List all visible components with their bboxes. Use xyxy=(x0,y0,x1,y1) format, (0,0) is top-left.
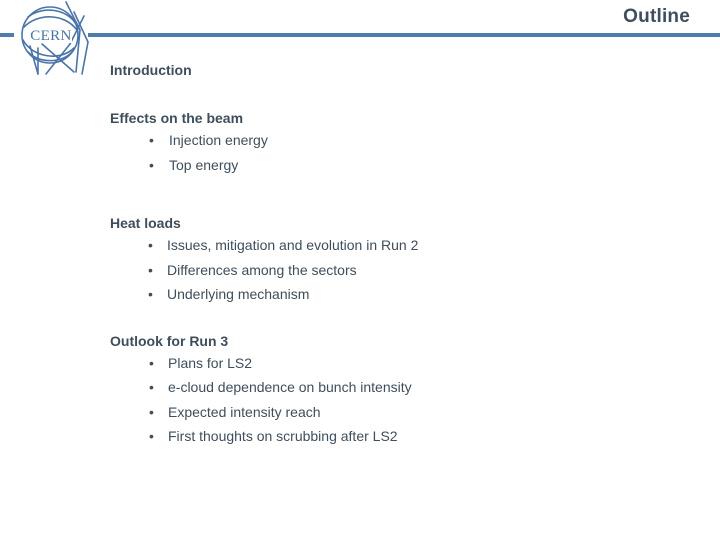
bullet-point-icon: • xyxy=(149,379,154,395)
list-item: • e-cloud dependence on bunch intensity xyxy=(110,375,700,400)
list-item-label: First thoughts on scrubbing after LS2 xyxy=(168,428,398,444)
bullet-list: • Plans for LS2 • e-cloud dependence on … xyxy=(110,351,700,449)
section-heading: Heat loads xyxy=(110,215,181,231)
list-item: • Expected intensity reach xyxy=(110,400,700,425)
bullet-point-icon: • xyxy=(148,286,153,302)
list-item-label: Issues, mitigation and evolution in Run … xyxy=(167,237,419,253)
cern-logo: CERN xyxy=(8,0,100,75)
list-item-label: Differences among the sectors xyxy=(167,261,357,278)
list-item: • Issues, mitigation and evolution in Ru… xyxy=(110,233,700,258)
outline-section-heat-loads: Heat loads • Issues, mitigation and evol… xyxy=(110,213,700,307)
section-heading: Introduction xyxy=(110,62,192,78)
list-item-label: Top energy xyxy=(169,156,239,173)
list-item-label: Underlying mechanism xyxy=(167,286,310,302)
bullet-point-icon: • xyxy=(149,403,154,420)
list-item: • Differences among the sectors xyxy=(110,258,700,283)
bullet-point-icon: • xyxy=(149,156,154,173)
bullet-point-icon: • xyxy=(149,354,154,371)
outline-section-effects-on-the-beam: Effects on the beam • Injection energy •… xyxy=(110,108,700,177)
list-item-label: Injection energy xyxy=(169,132,268,148)
list-item: • First thoughts on scrubbing after LS2 xyxy=(110,424,700,449)
outline-content: Introduction Effects on the beam • Injec… xyxy=(110,60,700,449)
list-item: • Underlying mechanism xyxy=(110,282,700,307)
list-item: • Top energy xyxy=(110,153,700,178)
section-heading: Outlook for Run 3 xyxy=(110,332,229,349)
bullet-point-icon: • xyxy=(149,132,154,148)
bullet-point-icon: • xyxy=(149,428,154,444)
bullet-list: • Injection energy • Top energy xyxy=(110,128,700,177)
bullet-point-icon: • xyxy=(148,261,153,278)
list-item-label: Expected intensity reach xyxy=(168,403,321,420)
list-item: • Plans for LS2 xyxy=(110,351,700,376)
cern-wordmark: CERN xyxy=(30,28,72,44)
list-item: • Injection energy xyxy=(110,128,700,153)
list-item-label: Plans for LS2 xyxy=(168,354,253,371)
list-item-label: e-cloud dependence on bunch intensity xyxy=(168,379,412,395)
bullet-point-icon: • xyxy=(148,237,153,253)
section-heading: Effects on the beam xyxy=(110,110,244,126)
bullet-list: • Issues, mitigation and evolution in Ru… xyxy=(110,233,700,307)
slide: Outline CERN Introduction Effects on the… xyxy=(0,0,720,540)
outline-section-introduction: Introduction xyxy=(110,60,700,80)
title-underline-rule xyxy=(88,33,720,37)
page-title: Outline xyxy=(623,6,690,27)
outline-section-outlook-for-run-3: Outlook for Run 3 • Plans for LS2 • e-cl… xyxy=(110,331,700,449)
